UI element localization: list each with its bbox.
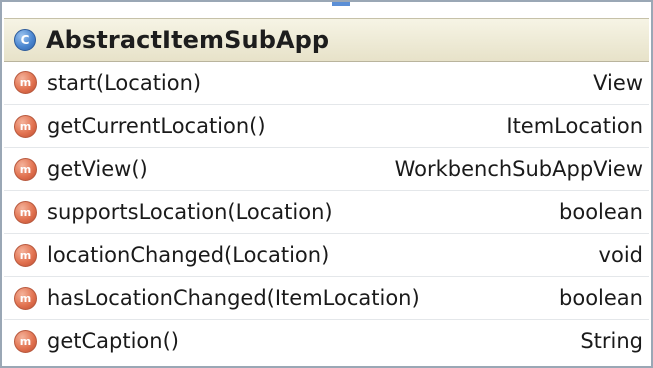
method-m-icon: m: [14, 243, 37, 267]
method-m-icon: m: [14, 71, 37, 94]
method-row[interactable]: m getCaption() String: [4, 319, 649, 362]
method-name: supportsLocation(Location): [47, 200, 333, 224]
method-row[interactable]: m supportsLocation(Location) boolean: [4, 190, 649, 233]
class-c-icon: C: [14, 29, 36, 51]
method-m-icon: m: [14, 329, 37, 353]
method-return-type: String: [580, 329, 643, 353]
method-return-type: boolean: [559, 286, 643, 310]
method-return-type: void: [598, 243, 643, 267]
method-name: locationChanged(Location): [47, 243, 330, 267]
connector-accent: [332, 2, 350, 6]
method-return-type: ItemLocation: [506, 114, 643, 138]
top-strip: [2, 2, 651, 16]
method-return-type: boolean: [559, 200, 643, 224]
method-m-icon: m: [14, 286, 37, 310]
method-name: hasLocationChanged(ItemLocation): [47, 286, 420, 310]
method-row[interactable]: m hasLocationChanged(ItemLocation) boole…: [4, 276, 649, 319]
method-name: getCaption(): [47, 329, 179, 353]
method-return-type: WorkbenchSubAppView: [394, 157, 643, 181]
method-list: m start(Location) View m getCurrentLocat…: [4, 61, 649, 364]
method-row[interactable]: m getCurrentLocation() ItemLocation: [4, 104, 649, 147]
class-name: AbstractItemSubApp: [46, 26, 330, 54]
class-header[interactable]: C AbstractItemSubApp: [4, 18, 649, 62]
method-row[interactable]: m start(Location) View: [4, 61, 649, 104]
method-name: getView(): [47, 157, 148, 181]
method-m-icon: m: [14, 200, 37, 224]
method-row[interactable]: m getView() WorkbenchSubAppView: [4, 147, 649, 190]
method-name: getCurrentLocation(): [47, 114, 266, 138]
method-m-icon: m: [14, 114, 37, 138]
method-name: start(Location): [47, 70, 202, 95]
method-return-type: View: [593, 70, 643, 95]
method-m-icon: m: [14, 157, 37, 181]
method-row[interactable]: m locationChanged(Location) void: [4, 233, 649, 276]
class-diagram: C AbstractItemSubApp m start(Location) V…: [0, 0, 653, 368]
